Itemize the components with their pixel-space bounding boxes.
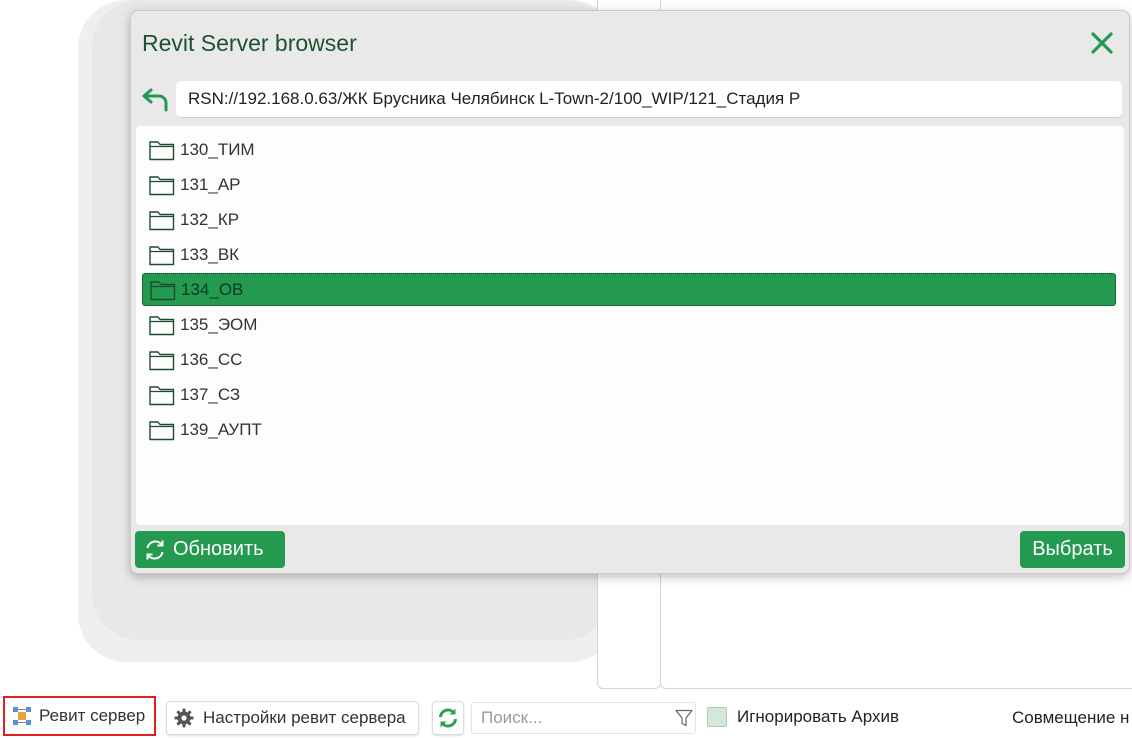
- folder-name: 135_ЭОМ: [180, 314, 258, 334]
- folder-name: 134_ОВ: [181, 279, 244, 299]
- overlay-tab-label[interactable]: Совмещение н: [1012, 708, 1132, 728]
- folder-name: 130_ТИМ: [180, 139, 255, 159]
- folder-name: 133_ВК: [180, 244, 240, 264]
- revit-server-button[interactable]: Ревит сервер: [3, 696, 156, 736]
- folder-name: 132_КР: [180, 209, 240, 229]
- folder-list: 130_ТИМ 131_АР 132_КР 133_ВК 134_ОВ 135_ЭОМ 13…: [136, 126, 1124, 525]
- revit-server-browser-dialog: Revit Server browser 130_ТИМ 131_АР 132_КР…: [130, 10, 1130, 574]
- close-icon[interactable]: [1089, 30, 1115, 56]
- dialog-title: Revit Server browser: [142, 30, 357, 56]
- folder-name: 131_АР: [180, 174, 241, 194]
- refresh-button[interactable]: Обновить: [135, 531, 285, 568]
- folder-item[interactable]: 135_ЭОМ: [142, 308, 1116, 341]
- folder-item[interactable]: 131_АР: [142, 168, 1116, 201]
- server-network-icon: [13, 707, 31, 725]
- search-input[interactable]: [471, 702, 696, 734]
- folder-icon: [149, 140, 175, 160]
- select-button[interactable]: Выбрать: [1020, 531, 1125, 568]
- ignore-archive-checkbox[interactable]: [707, 707, 727, 727]
- folder-item[interactable]: 137_СЗ: [142, 378, 1116, 411]
- sync-button[interactable]: [432, 701, 464, 735]
- refresh-icon: [146, 539, 164, 560]
- folder-item[interactable]: 134_ОВ: [142, 273, 1116, 306]
- folder-name: 139_АУПТ: [180, 419, 262, 439]
- settings-label: Настройки ревит сервера: [203, 708, 406, 727]
- folder-icon: [149, 420, 175, 440]
- refresh-label: Обновить: [173, 538, 264, 560]
- gear-icon: [174, 708, 194, 728]
- folder-item[interactable]: 133_ВК: [142, 238, 1116, 271]
- folder-item[interactable]: 136_СС: [142, 343, 1116, 376]
- ignore-archive-label: Игнорировать Архив: [737, 707, 900, 726]
- select-label: Выбрать: [1032, 538, 1113, 560]
- folder-item[interactable]: 139_АУПТ: [142, 413, 1116, 446]
- back-arrow-icon[interactable]: [140, 87, 170, 113]
- revit-server-label: Ревит сервер: [39, 706, 146, 725]
- folder-icon: [149, 315, 175, 335]
- folder-icon: [149, 385, 175, 405]
- folder-item[interactable]: 130_ТИМ: [142, 133, 1116, 166]
- folder-icon: [149, 245, 175, 265]
- folder-icon: [150, 280, 176, 300]
- path-input[interactable]: [176, 81, 1122, 118]
- sync-icon: [439, 708, 457, 728]
- folder-icon: [149, 210, 175, 230]
- revit-server-settings-button[interactable]: Настройки ревит сервера: [166, 701, 419, 735]
- filter-icon[interactable]: [675, 709, 693, 727]
- folder-icon: [149, 175, 175, 195]
- folder-item[interactable]: 132_КР: [142, 203, 1116, 236]
- folder-name: 137_СЗ: [180, 384, 241, 404]
- folder-name: 136_СС: [180, 349, 243, 369]
- folder-icon: [149, 350, 175, 370]
